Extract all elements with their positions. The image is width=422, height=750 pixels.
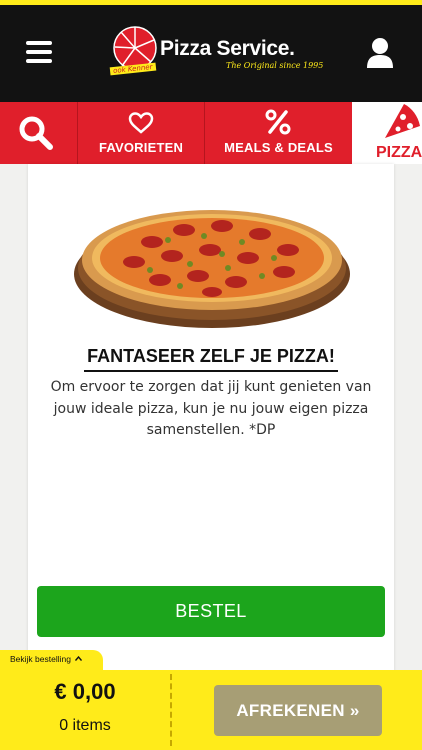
nav-meals-deals[interactable]: MEALS & DEALS xyxy=(205,102,352,164)
pizza-image xyxy=(74,210,350,328)
chevron-up-icon xyxy=(75,655,83,661)
percent-icon xyxy=(265,109,291,135)
cart-total: € 0,00 xyxy=(54,679,116,704)
brand-logo[interactable]: ook Kenner Pizza Service. The Original s… xyxy=(108,25,323,85)
cart-item-count: 0 items xyxy=(59,717,111,734)
nav-pizza-label: PIZZA xyxy=(376,144,422,161)
product-card: FANTASEER ZELF JE PIZZA! Om ervoor te zo… xyxy=(28,164,394,674)
bestel-button[interactable]: BESTEL xyxy=(37,586,385,637)
nav-search[interactable] xyxy=(0,102,76,164)
heart-icon xyxy=(128,112,154,134)
logo-tagline: The Original since 1995 xyxy=(226,61,324,70)
app-header: ook Kenner Pizza Service. The Original s… xyxy=(0,5,422,102)
pizza-slice-icon xyxy=(385,104,420,138)
user-account-icon[interactable] xyxy=(366,37,394,69)
search-icon xyxy=(19,116,53,150)
logo-text: Pizza Service. xyxy=(160,37,295,60)
product-description: Om ervoor te zorgen dat jij kunt geniete… xyxy=(50,379,372,438)
view-order-toggle[interactable]: Bekijk bestelling xyxy=(0,650,103,672)
nav-favorieten[interactable]: FAVORIETEN xyxy=(78,102,204,164)
nav-favorieten-label: FAVORIETEN xyxy=(98,140,184,155)
footer-divider xyxy=(170,674,172,746)
cart-footer: € 0,00 0 items AFREKENEN » xyxy=(0,670,422,750)
product-title: FANTASEER ZELF JE PIZZA! xyxy=(84,346,338,372)
view-order-label: Bekijk bestelling xyxy=(10,654,71,664)
checkout-button[interactable]: AFREKENEN » xyxy=(214,685,382,736)
nav-pizza[interactable]: PIZZA xyxy=(352,102,422,164)
nav-meals-deals-label: MEALS & DEALS xyxy=(224,140,333,155)
hamburger-menu-icon[interactable] xyxy=(26,41,56,67)
